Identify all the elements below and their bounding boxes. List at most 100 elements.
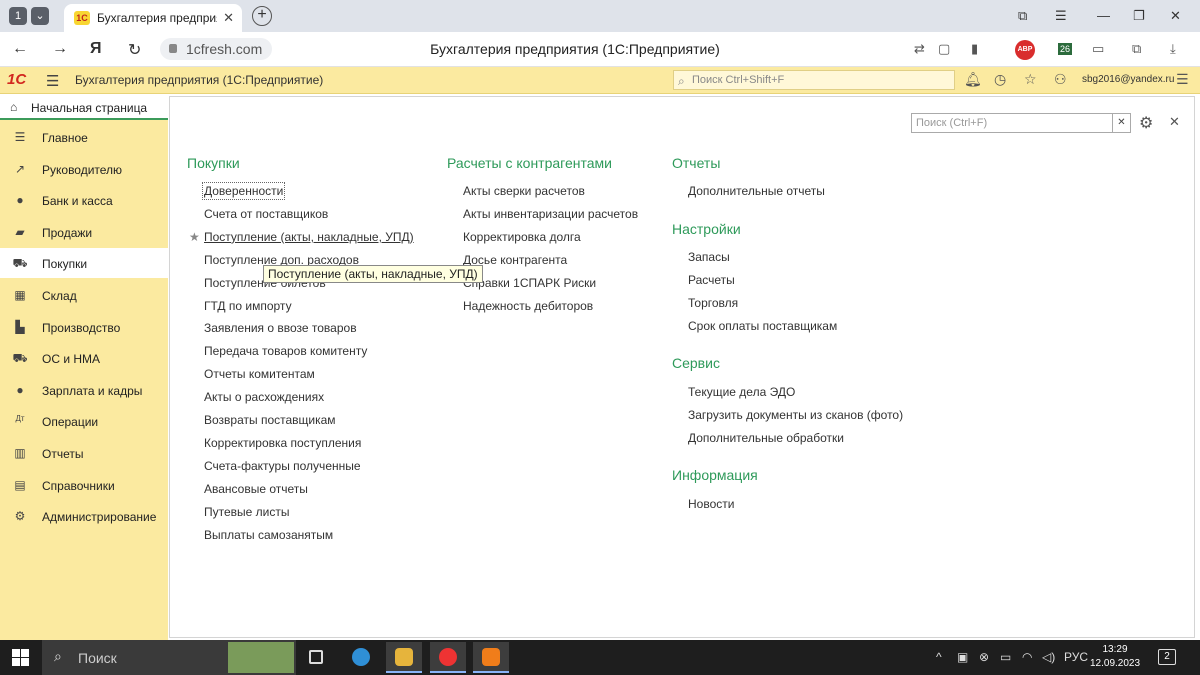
tab-menu-chevron-icon[interactable]: ⌄ xyxy=(31,7,49,25)
task-view-icon[interactable] xyxy=(298,642,334,673)
favorite-star-icon[interactable]: ★ xyxy=(189,230,200,244)
bookmark-icon[interactable]: ▮ xyxy=(971,41,978,57)
sidebar-item[interactable]: ▰ Продажи xyxy=(0,217,168,247)
tray-battery-icon[interactable]: ▭ xyxy=(1000,650,1011,664)
search-clear-icon[interactable]: ✕ xyxy=(1113,113,1131,133)
edge-browser-icon[interactable] xyxy=(343,642,379,673)
volume-icon[interactable]: ◁) xyxy=(1042,650,1055,664)
nav-link[interactable]: Новости xyxy=(688,497,734,511)
notifications-icon[interactable]: 2 xyxy=(1158,649,1176,665)
sidebar-item[interactable]: ▙ Производство xyxy=(0,312,168,342)
nav-link[interactable]: Корректировка поступления xyxy=(204,436,361,450)
extension-badge[interactable]: 26 xyxy=(1058,43,1073,55)
home-page-tab[interactable]: ⌂ Начальная страница xyxy=(0,94,168,120)
sidebar-item-label: Главное xyxy=(42,131,88,145)
minimize-button[interactable]: — xyxy=(1097,8,1110,23)
nav-link[interactable]: Дополнительные отчеты xyxy=(688,184,825,198)
clock[interactable]: 13:29 12.09.2023 xyxy=(1090,643,1140,671)
sidebar-item[interactable]: ⚙ Администрирование xyxy=(0,501,168,531)
tray-app-icon[interactable]: ▣ xyxy=(957,650,968,664)
sidebar-item[interactable]: ↗ Руководителю xyxy=(0,154,168,184)
sidebar-item[interactable]: ● Зарплата и кадры xyxy=(0,375,168,405)
restore-button[interactable]: ❐ xyxy=(1133,8,1145,24)
global-search-placeholder: Поиск Ctrl+Shift+F xyxy=(692,74,785,86)
global-search-input[interactable]: ⌕ Поиск Ctrl+Shift+F xyxy=(673,70,955,90)
nav-link[interactable]: Акты сверки расчетов xyxy=(463,184,585,198)
windows-start-icon[interactable] xyxy=(12,649,29,666)
trend-icon: ↗ xyxy=(14,161,26,176)
tab-counter[interactable]: 1 xyxy=(9,7,27,25)
browser-tab[interactable]: 1С Бухгалтерия предприятия ✕ xyxy=(64,4,242,32)
nav-link[interactable]: Загрузить документы из сканов (фото) xyxy=(688,408,903,422)
language-indicator[interactable]: РУС xyxy=(1064,650,1088,664)
nav-link[interactable]: Счета-фактуры полученные xyxy=(204,459,361,473)
sidebar-item[interactable]: ☰ Главное xyxy=(0,122,168,152)
more-menu-icon[interactable]: ☰ xyxy=(1176,71,1189,88)
tab-close-icon[interactable]: ✕ xyxy=(223,10,234,26)
yandex-browser-icon[interactable] xyxy=(430,642,466,673)
taskbar-search-label: Поиск xyxy=(78,650,117,666)
nav-link[interactable]: Акты о расхождениях xyxy=(204,390,324,404)
sidebar-item[interactable]: ▥ Отчеты xyxy=(0,438,168,468)
download-icon[interactable]: ⤓ xyxy=(1170,41,1176,57)
nav-link[interactable]: Запасы xyxy=(688,250,730,264)
nav-link[interactable]: Поступление (акты, накладные, УПД) xyxy=(204,230,414,244)
nav-link[interactable]: Корректировка долга xyxy=(463,230,581,244)
nav-link[interactable]: Акты инвентаризации расчетов xyxy=(463,207,638,221)
adblock-extension-icon[interactable]: ABP xyxy=(1015,40,1035,60)
sidebar-item[interactable]: ⛟ ОС и НМА xyxy=(0,343,168,373)
nav-link[interactable]: Авансовые отчеты xyxy=(204,482,308,496)
nav-link[interactable]: Надежность дебиторов xyxy=(463,299,593,313)
video-player-icon[interactable] xyxy=(473,642,509,673)
nav-link[interactable]: Путевые листы xyxy=(204,505,290,519)
taskbar-search[interactable]: ⌕ Поиск xyxy=(42,640,296,675)
wifi-icon[interactable]: ◠ xyxy=(1022,650,1032,664)
sidebar-item-label: Зарплата и кадры xyxy=(42,383,143,398)
user-icon[interactable]: ⚇ xyxy=(1054,71,1067,88)
nav-link[interactable]: Выплаты самозанятым xyxy=(204,528,333,542)
nav-link[interactable]: Срок оплаты поставщикам xyxy=(688,319,837,333)
close-window-button[interactable]: ✕ xyxy=(1170,8,1181,24)
sidebar-item[interactable]: ▦ Склад xyxy=(0,280,168,310)
file-explorer-icon[interactable] xyxy=(386,642,422,673)
collections-icon[interactable]: ⧉ xyxy=(1018,8,1027,24)
user-name[interactable]: sbg2016@yandex.ru xyxy=(1082,74,1174,85)
close-panel-icon[interactable]: ✕ xyxy=(1169,114,1180,130)
content-search-input[interactable]: Поиск (Ctrl+F) xyxy=(911,113,1113,133)
sidebar-item[interactable]: ⛟ Покупки xyxy=(0,248,168,279)
sidebar-item-label: Покупки xyxy=(42,257,88,272)
nav-link[interactable]: Возвраты поставщикам xyxy=(204,413,336,427)
browser-menu-icon[interactable]: ☰ xyxy=(1055,8,1067,24)
nav-link[interactable]: Дополнительные обработки xyxy=(688,431,844,445)
settings-gear-icon[interactable]: ⚙ xyxy=(1139,113,1153,133)
1c-logo[interactable]: 1С xyxy=(7,71,26,88)
nav-link[interactable]: Отчеты комитентам xyxy=(204,367,315,381)
nav-link[interactable]: Доверенности xyxy=(201,182,286,200)
sidebar-item[interactable]: ● Банк и касса xyxy=(0,185,168,215)
list-icon: ☰ xyxy=(14,130,26,144)
nav-link[interactable]: Текущие дела ЭДО xyxy=(688,385,795,399)
sidebar-item[interactable]: Дт Операции xyxy=(0,406,168,436)
nav-link[interactable]: Счета от поставщиков xyxy=(204,207,328,221)
clock-date: 12.09.2023 xyxy=(1090,658,1141,669)
nav-link[interactable]: Справки 1СПАРК Риски xyxy=(463,276,596,290)
favorites-star-icon[interactable]: ☆ xyxy=(1024,71,1037,88)
translate-icon[interactable]: ⇄ xyxy=(914,41,925,57)
section-title-settings: Настройки xyxy=(672,221,741,237)
tray-network-alert-icon[interactable]: ⊗ xyxy=(979,650,989,664)
nav-link[interactable]: ГТД по импорту xyxy=(204,299,292,313)
battery-icon[interactable]: ▭ xyxy=(1092,41,1104,57)
nav-link[interactable]: Торговля xyxy=(688,296,738,310)
tray-chevron-icon[interactable]: ^ xyxy=(936,650,942,664)
nav-link[interactable]: Расчеты xyxy=(688,273,735,287)
nav-link[interactable]: Заявления о ввозе товаров xyxy=(204,321,357,335)
section-title-settlements: Расчеты с контрагентами xyxy=(447,155,612,171)
reader-icon[interactable]: ▢ xyxy=(938,41,950,57)
extensions-icon[interactable]: ⧉ xyxy=(1132,41,1141,57)
new-tab-button[interactable]: + xyxy=(252,6,272,26)
sidebar-item[interactable]: ▤ Справочники xyxy=(0,470,168,500)
history-icon[interactable]: ◷ xyxy=(994,71,1006,88)
nav-link[interactable]: Передача товаров комитенту xyxy=(204,344,367,358)
bell-icon[interactable]: 🔔︎ xyxy=(964,71,982,88)
main-menu-icon[interactable]: ☰ xyxy=(46,72,59,90)
